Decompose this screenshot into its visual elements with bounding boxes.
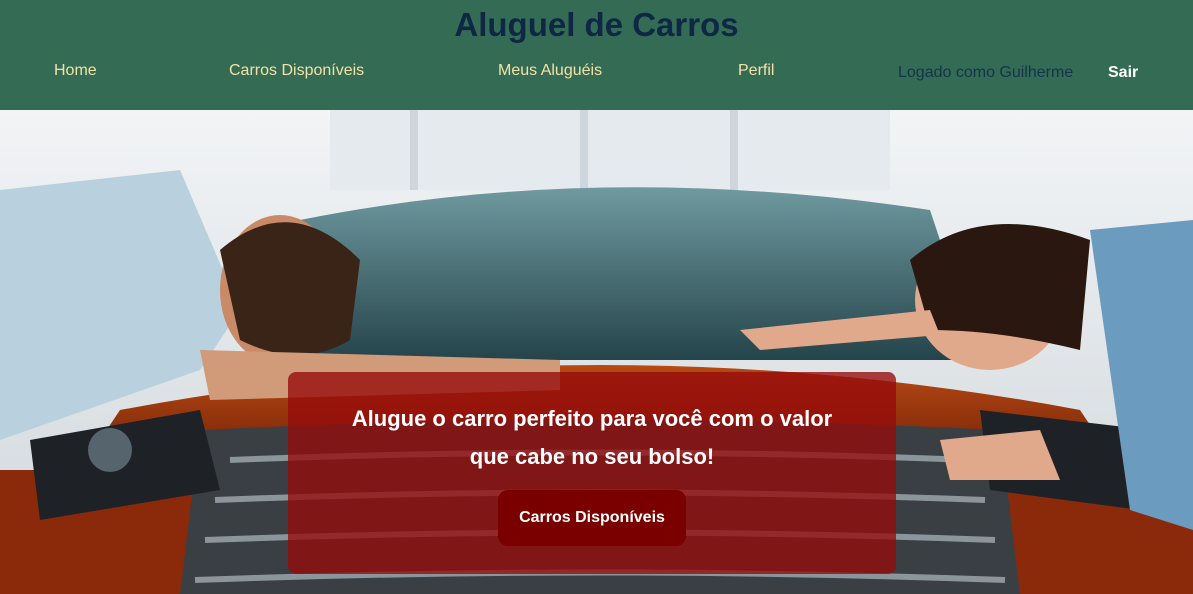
nav-carros-disponiveis[interactable]: Carros Disponíveis [229,62,364,80]
promo-line-2: que cabe no seu bolso! [469,444,715,469]
logged-in-user: Logado como Guilherme [898,64,1074,81]
main-nav: Home Carros Disponíveis Meus Aluguéis Pe… [0,62,1193,86]
nav-meus-alugueis[interactable]: Meus Aluguéis [498,62,602,80]
site-title: Aluguel de Carros [454,6,739,43]
nav-perfil[interactable]: Perfil [738,62,774,80]
carros-disponiveis-button[interactable]: Carros Disponíveis [498,490,686,546]
hero-banner: Alugue o carro perfeito para você com o … [0,110,1193,594]
logout-link[interactable]: Sair [1108,64,1138,82]
promo-headline: Alugue o carro perfeito para você com o … [308,400,876,476]
site-header: Aluguel de Carros Home Carros Disponívei… [0,0,1193,110]
promo-panel: Alugue o carro perfeito para você com o … [288,372,896,574]
promo-line-1: Alugue o carro perfeito para você com o … [351,406,833,431]
nav-home[interactable]: Home [54,62,97,80]
